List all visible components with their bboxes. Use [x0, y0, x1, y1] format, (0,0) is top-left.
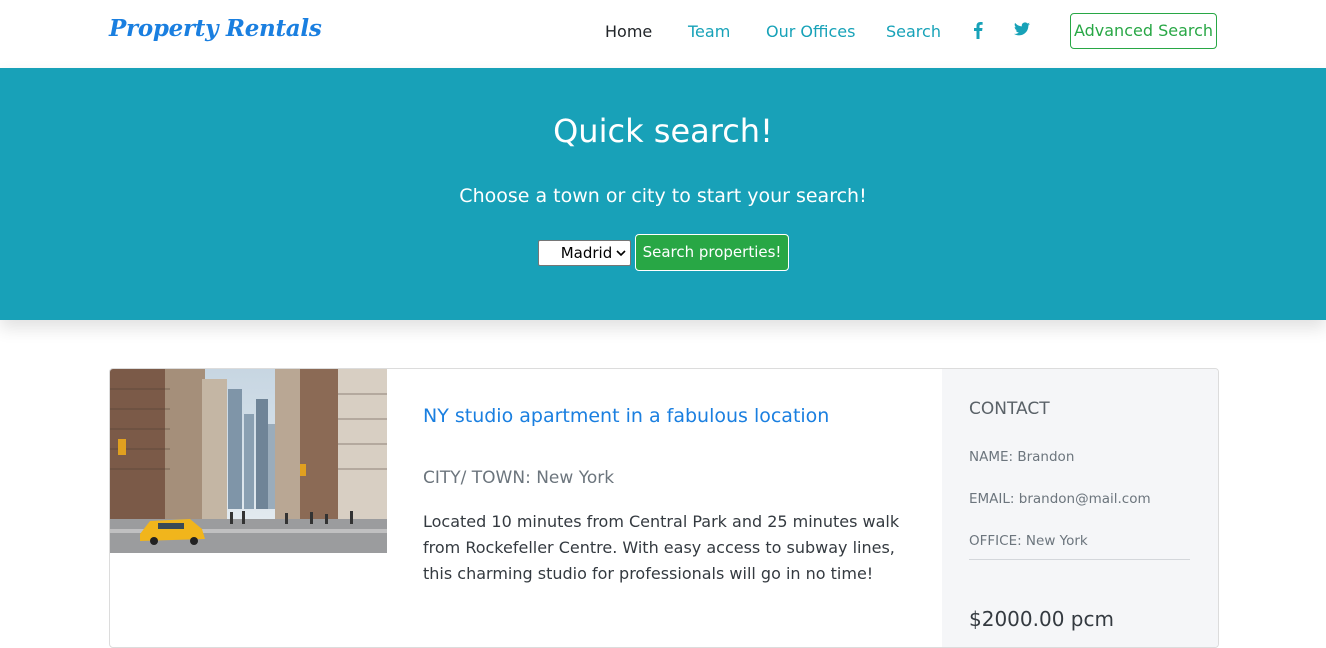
contact-name: NAME: Brandon — [969, 449, 1075, 465]
listing-city: CITY/ TOWN: New York — [423, 468, 615, 488]
listing-price: $2000.00 pcm — [969, 607, 1114, 631]
contact-divider — [969, 559, 1190, 560]
nav-home[interactable]: Home — [605, 22, 652, 41]
listing-photo[interactable] — [110, 369, 387, 553]
listing-card: NY studio apartment in a fabulous locati… — [109, 368, 1219, 648]
contact-panel: CONTACT NAME: Brandon EMAIL: brandon@mai… — [942, 369, 1218, 647]
advanced-search-button[interactable]: Advanced Search — [1070, 13, 1217, 49]
nav-our-offices[interactable]: Our Offices — [766, 22, 855, 41]
listing-title[interactable]: NY studio apartment in a fabulous locati… — [423, 405, 829, 427]
hero-subtitle: Choose a town or city to start your sear… — [459, 185, 867, 207]
contact-email: EMAIL: brandon@mail.com — [969, 491, 1151, 507]
navbar: Property Rentals Home Team Our Offices S… — [0, 0, 1326, 68]
listing-description: Located 10 minutes from Central Park and… — [423, 512, 900, 583]
hero-search: Quick search! Choose a town or city to s… — [0, 68, 1326, 320]
search-properties-button[interactable]: Search properties! — [635, 234, 789, 271]
city-select-value: Madrid — [560, 244, 613, 262]
nav-team[interactable]: Team — [688, 22, 730, 41]
facebook-icon[interactable] — [973, 21, 991, 41]
chevron-down-icon — [616, 250, 626, 257]
hero-title: Quick search! — [553, 112, 773, 150]
nav-search[interactable]: Search — [886, 22, 941, 41]
city-select[interactable]: Madrid — [538, 240, 631, 266]
twitter-icon[interactable] — [1014, 21, 1032, 41]
contact-heading: CONTACT — [969, 399, 1050, 419]
contact-office: OFFICE: New York — [969, 533, 1088, 549]
search-form: Madrid Search properties! — [538, 234, 798, 274]
brand-logo[interactable]: Property Rentals — [109, 15, 322, 42]
